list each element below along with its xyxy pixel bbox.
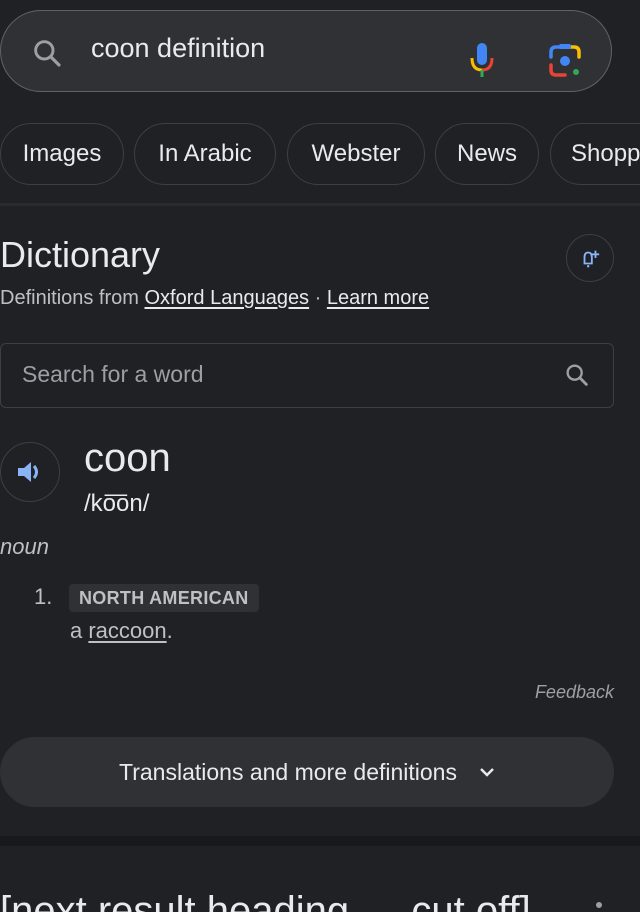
sense-number: 1.	[34, 584, 53, 609]
more-definitions-button[interactable]: Translations and more definitions	[0, 737, 614, 807]
search-icon[interactable]	[563, 361, 591, 389]
next-result-heading[interactable]: [next result heading — cut off]	[0, 888, 531, 912]
chip-in-arabic[interactable]: In Arabic	[134, 123, 276, 185]
region-label: NORTH AMERICAN	[69, 584, 259, 612]
dictionary-title: Dictionary	[0, 234, 161, 275]
definition: a raccoon.	[70, 618, 173, 644]
feedback-link[interactable]: Feedback	[535, 682, 614, 703]
learn-more-link[interactable]: Learn more	[327, 287, 429, 309]
search-icon[interactable]	[31, 37, 63, 69]
section-divider	[0, 203, 640, 206]
definition-prefix: a	[70, 618, 89, 643]
chip-webster[interactable]: Webster	[287, 123, 425, 185]
dictionary-source: Definitions from Oxford Languages · Lear…	[0, 287, 429, 310]
search-query[interactable]: coon definition	[91, 33, 265, 64]
filter-chips: Images In Arabic Webster News Shopp	[0, 123, 640, 185]
chevron-down-icon	[480, 768, 494, 777]
bell-plus-icon	[583, 250, 600, 268]
more-definitions-label: Translations and more definitions	[119, 758, 457, 785]
speaker-icon	[18, 462, 38, 482]
more-options-icon[interactable]	[596, 902, 602, 908]
chip-images[interactable]: Images	[0, 123, 124, 185]
word-search-input[interactable]: Search for a word	[0, 343, 614, 408]
part-of-speech: noun	[0, 534, 49, 559]
source-prefix: Definitions from	[0, 287, 145, 309]
definition-suffix: .	[166, 618, 173, 643]
search-bar[interactable]: coon definition	[0, 10, 612, 92]
separator: ·	[309, 287, 327, 309]
pronunciation-button[interactable]	[0, 442, 60, 502]
word-search-placeholder[interactable]: Search for a word	[22, 361, 204, 388]
google-lens-icon[interactable]	[547, 43, 583, 79]
result-divider	[0, 836, 640, 846]
headword: coon	[84, 436, 171, 480]
phonetic: /ko͞on/	[84, 490, 150, 517]
chip-news[interactable]: News	[435, 123, 539, 185]
microphone-icon[interactable]	[467, 41, 497, 81]
raccoon-link[interactable]: raccoon	[88, 618, 166, 643]
oxford-languages-link[interactable]: Oxford Languages	[145, 287, 310, 309]
chip-shopping[interactable]: Shopp	[550, 123, 640, 185]
alert-button[interactable]	[566, 234, 614, 282]
